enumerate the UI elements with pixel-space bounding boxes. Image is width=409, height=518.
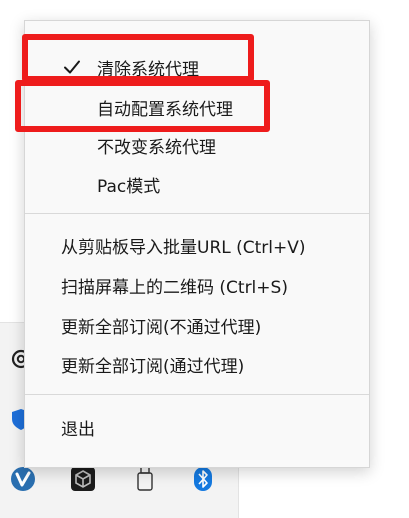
menu-item-exit[interactable]: 退出 [25,409,369,445]
menu-item-keep-system-proxy[interactable]: 不改变系统代理 [25,127,369,163]
menu-item-label: 更新全部订阅(不通过代理) [61,317,262,338]
menu-separator [25,213,369,214]
menu-item-scan-qr-code[interactable]: 扫描屏幕上的二维码 (Ctrl+S) [25,267,369,303]
annotation-box-clear-proxy [22,34,254,82]
usb-drive-icon[interactable] [130,464,160,494]
cube-app-icon[interactable] [68,464,98,494]
menu-item-update-subscriptions-no-proxy[interactable]: 更新全部订阅(不通过代理) [25,307,369,343]
menu-item-label: 不改变系统代理 [97,137,216,158]
menu-item-import-from-clipboard[interactable]: 从剪贴板导入批量URL (Ctrl+V) [25,227,369,263]
menu-item-label: 从剪贴板导入批量URL (Ctrl+V) [61,237,306,258]
annotation-box-auto-config-proxy [15,80,270,132]
menu-separator [25,394,369,395]
menu-item-label: 更新全部订阅(通过代理) [61,356,245,377]
menu-item-label: 扫描屏幕上的二维码 (Ctrl+S) [61,277,288,298]
menu-item-update-subscriptions-via-proxy[interactable]: 更新全部订阅(通过代理) [25,346,369,382]
v2ray-icon[interactable] [8,464,38,494]
menu-item-pac-mode[interactable]: Pac模式 [25,166,369,202]
bluetooth-icon[interactable] [188,464,218,494]
menu-item-label: Pac模式 [97,176,161,197]
menu-item-label: 退出 [61,419,95,440]
